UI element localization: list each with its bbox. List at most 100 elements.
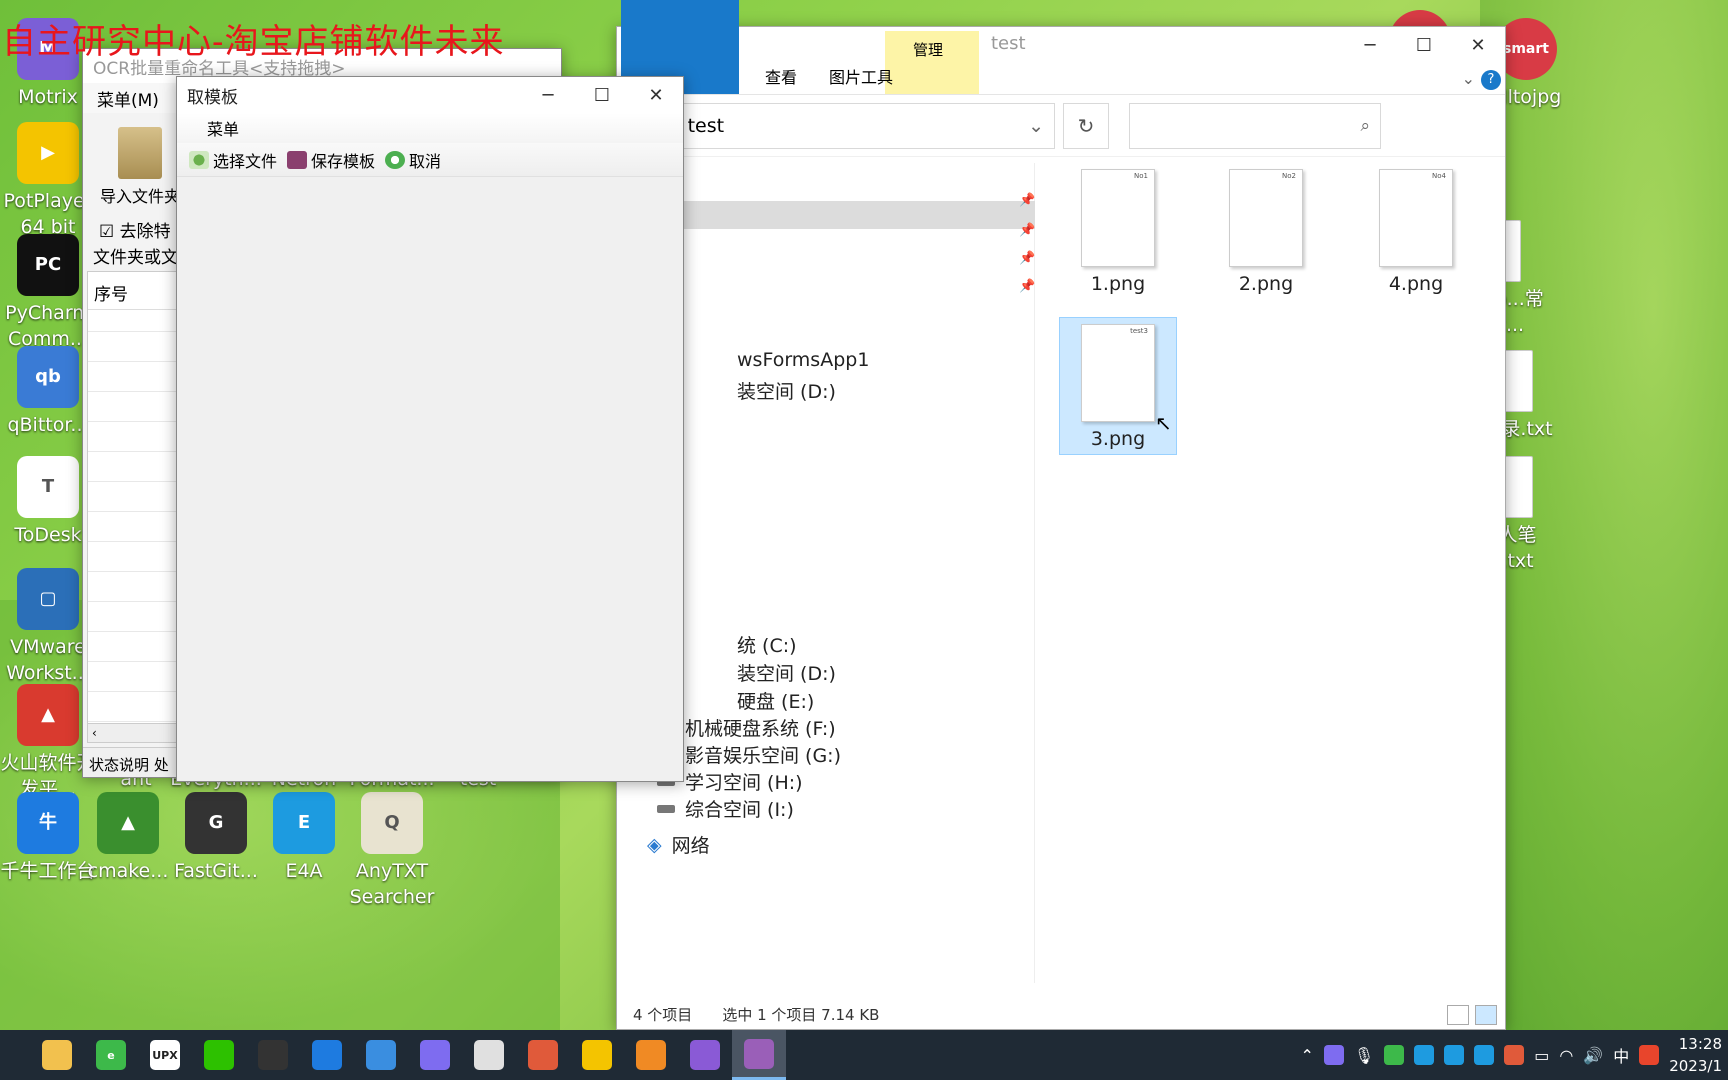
minimize-button[interactable]: ─ bbox=[521, 77, 575, 113]
microphone-icon[interactable]: 🎙 bbox=[1354, 1046, 1374, 1065]
help-icon[interactable]: ? bbox=[1481, 70, 1501, 90]
nav-item-label: 装空间 (D:) bbox=[737, 663, 836, 685]
taskbar-file-explorer-icon[interactable] bbox=[30, 1030, 84, 1080]
file-item[interactable]: No2 2.png bbox=[1207, 163, 1325, 301]
volume-icon[interactable]: 🔊 bbox=[1583, 1046, 1603, 1065]
file-grid[interactable]: 序号 bbox=[87, 271, 187, 733]
image-thumbnail: No4 bbox=[1379, 169, 1453, 267]
tray-app-icon[interactable] bbox=[1444, 1045, 1465, 1065]
column-header-index: 序号 bbox=[88, 272, 186, 310]
taskbar-git-icon[interactable] bbox=[516, 1030, 570, 1080]
desktop-icon[interactable]: E E4A bbox=[256, 792, 352, 884]
desktop-icon-label: FastGit... bbox=[174, 860, 258, 882]
app-icon: e bbox=[96, 1040, 126, 1070]
taskbar-upx-icon[interactable]: UPX bbox=[138, 1030, 192, 1080]
battery-icon[interactable]: ▭ bbox=[1534, 1046, 1549, 1065]
chevron-down-icon[interactable]: ⌄ bbox=[1462, 69, 1475, 88]
chevron-up-icon[interactable]: ⌃ bbox=[1300, 1046, 1313, 1065]
taskbar-ocr-tool-icon[interactable] bbox=[732, 1030, 786, 1080]
nav-item-drive-d[interactable]: 装空间 (D:) bbox=[737, 377, 836, 404]
folder-icon bbox=[118, 127, 162, 179]
address-bar[interactable]: › test ⌄ bbox=[627, 102, 1055, 149]
desktop-icon[interactable]: ▲ cmake... bbox=[80, 792, 176, 884]
import-folder-button[interactable]: 导入文件夹 bbox=[95, 127, 185, 207]
taskbar-app-orange-icon[interactable] bbox=[624, 1030, 678, 1080]
nav-item-label: 网络 bbox=[671, 835, 710, 857]
cancel-button[interactable]: 取消 bbox=[385, 148, 441, 172]
nav-item-drive-i[interactable]: 综合空间 (I:) bbox=[657, 795, 794, 822]
pin-icon[interactable]: 📌 bbox=[1019, 251, 1035, 266]
file-item[interactable]: No4 4.png bbox=[1357, 163, 1475, 301]
nav-item-project[interactable]: wsFormsApp1 bbox=[737, 349, 869, 371]
taskbar-app-purple-icon[interactable] bbox=[408, 1030, 462, 1080]
taskbar-notes-icon[interactable] bbox=[354, 1030, 408, 1080]
tray-app-icon[interactable] bbox=[1323, 1045, 1344, 1065]
refresh-button[interactable]: ↻ bbox=[1063, 102, 1109, 149]
tray-app-icon[interactable] bbox=[1504, 1045, 1525, 1065]
app-icon: G bbox=[185, 792, 247, 854]
pin-icon[interactable]: 📌 bbox=[1019, 193, 1035, 208]
template-menu[interactable]: 菜单 bbox=[207, 116, 239, 140]
manage-tab[interactable]: 管理 bbox=[913, 39, 943, 60]
chevron-down-icon[interactable]: ⌄ bbox=[1028, 115, 1044, 137]
taskbar: e UPX ⌃ 🎙 ▭ ◠ 🔊 中 13:28 2023/1 bbox=[0, 1030, 1728, 1080]
remove-special-checkbox[interactable]: ☑ 去除特 bbox=[99, 217, 171, 242]
select-file-button[interactable]: 选择文件 bbox=[189, 148, 277, 172]
taskbar-obs-icon[interactable] bbox=[246, 1030, 300, 1080]
desktop-icon[interactable]: G FastGit... bbox=[168, 792, 264, 884]
file-item[interactable]: No1 1.png bbox=[1059, 163, 1177, 301]
watermark-text: 自主研究中心-淘宝店铺软件未来 bbox=[2, 22, 505, 62]
template-menubar: 菜单 bbox=[177, 113, 683, 143]
template-dialog[interactable]: 取模板 ─ ☐ ✕ 菜单 选择文件 保存模板 取消 bbox=[176, 76, 684, 782]
horizontal-scrollbar[interactable]: ‹ bbox=[87, 723, 187, 743]
close-button[interactable]: ✕ bbox=[1451, 27, 1505, 63]
save-template-label: 保存模板 bbox=[311, 151, 376, 171]
breadcrumb[interactable]: test bbox=[688, 115, 725, 137]
app-icon bbox=[690, 1040, 720, 1070]
pin-icon[interactable]: 📌 bbox=[1019, 223, 1035, 238]
minimize-button[interactable]: ─ bbox=[1343, 27, 1397, 63]
nav-item-drive-d[interactable]: 装空间 (D:) bbox=[737, 659, 836, 686]
large-icons-view-icon[interactable] bbox=[1475, 1005, 1497, 1025]
tab-view[interactable]: 查看 bbox=[749, 58, 813, 94]
explorer-statusbar: 4 个项目 选中 1 个项目 7.14 KB bbox=[617, 999, 1505, 1029]
taskbar-qianniu-icon[interactable] bbox=[300, 1030, 354, 1080]
app-icon bbox=[42, 1040, 72, 1070]
nav-item-drive-g[interactable]: 影音娱乐空间 (G:) bbox=[657, 741, 841, 768]
taskbar-potplayer-icon[interactable] bbox=[570, 1030, 624, 1080]
pin-icon[interactable]: 📌 bbox=[1019, 279, 1035, 294]
app-icon: ▶ bbox=[17, 122, 79, 184]
ime-indicator[interactable]: 中 bbox=[1613, 1043, 1629, 1067]
clock[interactable]: 13:28 2023/1 bbox=[1669, 1033, 1722, 1077]
sogou-icon[interactable] bbox=[1639, 1045, 1660, 1065]
tray-app-icon[interactable] bbox=[1414, 1045, 1435, 1065]
cancel-label: 取消 bbox=[409, 151, 442, 171]
tray-app-icon[interactable] bbox=[1474, 1045, 1495, 1065]
wifi-icon[interactable]: ◠ bbox=[1559, 1046, 1573, 1065]
taskbar-wechat-icon[interactable] bbox=[192, 1030, 246, 1080]
maximize-button[interactable]: ☐ bbox=[575, 77, 629, 113]
close-button[interactable]: ✕ bbox=[629, 77, 683, 113]
save-template-button[interactable]: 保存模板 bbox=[287, 148, 375, 172]
search-input[interactable]: ⌕ bbox=[1129, 102, 1381, 149]
tray-app-icon[interactable] bbox=[1384, 1045, 1405, 1065]
maximize-button[interactable]: ☐ bbox=[1397, 27, 1451, 63]
nav-item-drive-c[interactable]: 统 (C:) bbox=[737, 631, 797, 658]
details-view-icon[interactable] bbox=[1447, 1005, 1469, 1025]
tab-picture-tools[interactable]: 图片工具 bbox=[813, 58, 909, 94]
taskbar-visual-studio-icon[interactable] bbox=[678, 1030, 732, 1080]
file-list[interactable]: No1 1.png No2 2.png No4 4.png test3 3.pn… bbox=[1037, 163, 1505, 983]
scroll-left-icon[interactable]: ‹ bbox=[92, 726, 97, 740]
desktop-icon[interactable]: Q AnyTXT Searcher bbox=[344, 792, 440, 910]
clock-date: 2023/1 bbox=[1669, 1057, 1722, 1075]
taskbar-doc-icon[interactable] bbox=[462, 1030, 516, 1080]
app-icon: UPX bbox=[150, 1040, 180, 1070]
ocr-menu[interactable]: 菜单(M) bbox=[97, 86, 159, 111]
file-explorer-window[interactable]: ☑ ▾ 管理 test ─ ☐ ✕ 文件 主页 共享 查看 图片工具 ⌄ ? › bbox=[616, 0, 1506, 1030]
nav-item-network[interactable]: ◈ 网络 bbox=[647, 831, 710, 858]
image-thumbnail: test3 bbox=[1081, 324, 1155, 422]
nav-item-label: 综合空间 (I:) bbox=[685, 799, 794, 821]
template-titlebar[interactable]: 取模板 ─ ☐ ✕ bbox=[177, 77, 683, 113]
taskbar-browser-icon[interactable]: e bbox=[84, 1030, 138, 1080]
nav-item-drive-e[interactable]: 硬盘 (E:) bbox=[737, 687, 814, 714]
